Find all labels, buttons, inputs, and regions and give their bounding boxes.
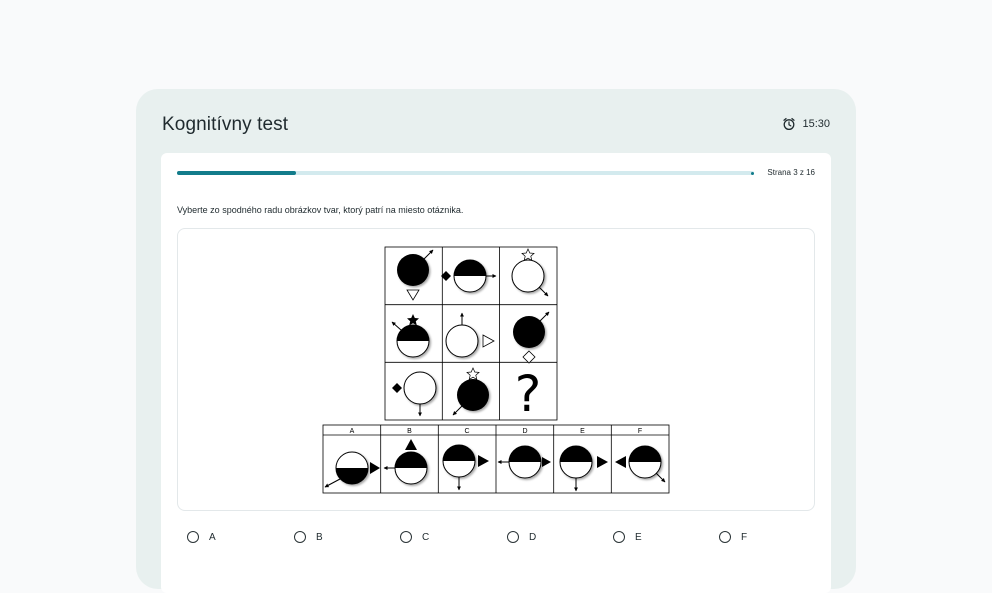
- answer-label: C: [422, 531, 430, 543]
- radio-d[interactable]: [507, 531, 519, 543]
- progress-fill: [177, 171, 296, 175]
- choice-label-e: E: [580, 428, 585, 435]
- choice-figure-f: [615, 445, 666, 483]
- radio-f[interactable]: [719, 531, 731, 543]
- choice-figure-b: [383, 439, 428, 485]
- choice-label-b: B: [407, 428, 412, 435]
- radio-a[interactable]: [187, 531, 199, 543]
- matrix-cell-8: [452, 367, 489, 416]
- page-counter: Strana 3 z 16: [767, 168, 815, 177]
- timer-value: 15:30: [802, 118, 830, 130]
- radio-c[interactable]: [400, 531, 412, 543]
- choices-grid: [322, 424, 670, 494]
- progress-track: [177, 171, 754, 175]
- answer-option-f[interactable]: F: [719, 531, 747, 543]
- missing-piece-question-mark: ?: [515, 365, 542, 423]
- choice-label-a: A: [350, 428, 355, 435]
- answer-option-e[interactable]: E: [613, 531, 642, 543]
- answer-label: A: [209, 531, 216, 543]
- choice-label-c: C: [464, 428, 469, 435]
- answer-option-d[interactable]: D: [507, 531, 536, 543]
- matrix-cell-5: [445, 312, 495, 358]
- matrix-cell-4: [391, 314, 430, 358]
- choice-figure-e: [559, 445, 608, 492]
- puzzle-image: ? A B C D E F: [177, 228, 815, 511]
- choice-label-f: F: [638, 428, 642, 435]
- choice-figure-c: [442, 444, 489, 491]
- answer-options: A B C D E F: [187, 531, 827, 551]
- answer-option-c[interactable]: C: [400, 531, 429, 543]
- question-panel: Strana 3 z 16 Vyberte zo spodného radu o…: [161, 153, 831, 593]
- radio-e[interactable]: [613, 531, 625, 543]
- answer-option-b[interactable]: B: [294, 531, 323, 543]
- answer-label: D: [529, 531, 537, 543]
- matrix-cell-2: [441, 259, 497, 293]
- matrix-cell-1: [397, 249, 434, 301]
- page-title: Kognitívny test: [162, 114, 289, 135]
- question-instruction: Vyberte zo spodného radu obrázkov tvar, …: [177, 205, 464, 215]
- matrix-cell-7: [392, 371, 437, 417]
- progress-end-dot: [751, 171, 754, 175]
- progress-row: Strana 3 z 16: [177, 168, 815, 179]
- radio-b[interactable]: [294, 531, 306, 543]
- matrix-cell-3: [511, 248, 549, 297]
- choice-figure-d: [497, 445, 551, 479]
- alarm-clock-icon: [782, 117, 796, 131]
- choice-label-d: D: [522, 428, 527, 435]
- answer-label: F: [741, 531, 748, 543]
- answer-label: E: [635, 531, 642, 543]
- choice-figure-a: [324, 451, 380, 488]
- test-card: Kognitívny test 15:30 Strana 3 z 16 Vybe…: [136, 89, 856, 593]
- answer-option-a[interactable]: A: [187, 531, 216, 543]
- matrix-cell-6: [513, 311, 550, 364]
- answer-label: B: [316, 531, 323, 543]
- timer: 15:30: [782, 117, 830, 131]
- puzzle-figure: ? A B C D E F: [322, 246, 670, 494]
